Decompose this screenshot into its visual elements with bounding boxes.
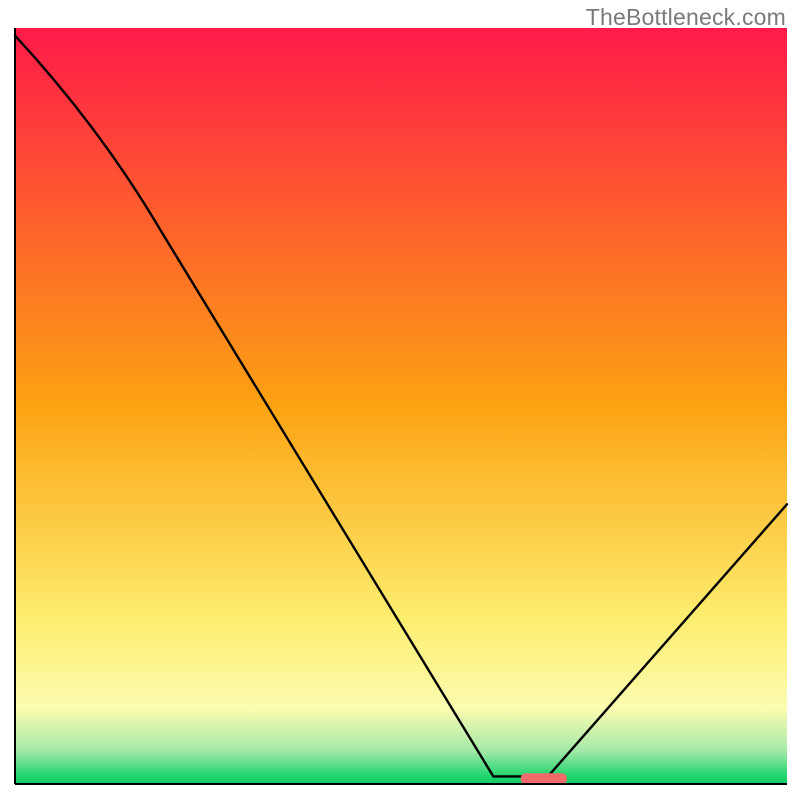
watermark-text: TheBottleneck.com — [586, 4, 786, 31]
optimal-marker — [521, 773, 567, 784]
chart-container: TheBottleneck.com — [0, 0, 800, 800]
bottleneck-chart — [0, 0, 800, 800]
gradient-background — [15, 28, 787, 784]
